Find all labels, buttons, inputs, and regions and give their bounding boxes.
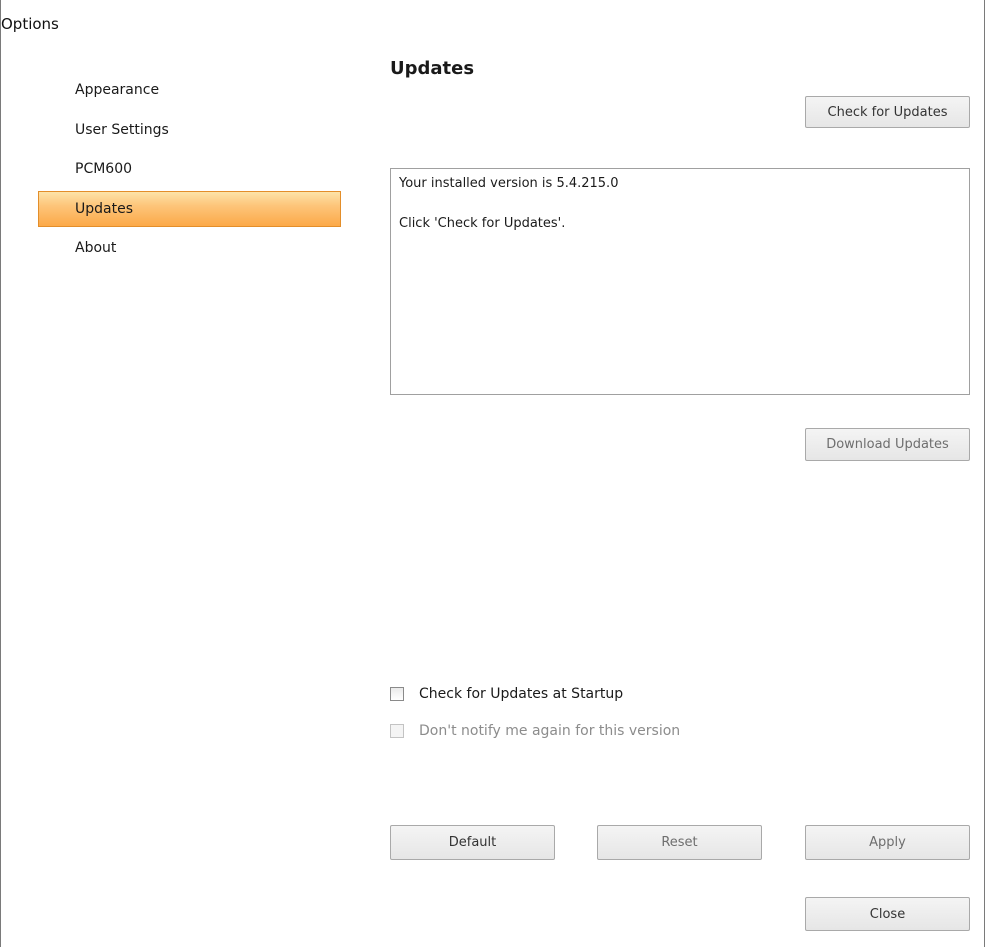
default-button[interactable]: Default: [390, 825, 555, 860]
apply-button[interactable]: Apply: [805, 825, 970, 860]
window-title: Options: [1, 15, 59, 33]
startup-checkbox-row[interactable]: Check for Updates at Startup: [390, 686, 623, 702]
startup-checkbox-label: Check for Updates at Startup: [419, 686, 624, 702]
sidebar-item-appearance[interactable]: Appearance: [38, 72, 341, 108]
instruction-text: Click 'Check for Updates'.: [399, 216, 566, 231]
notify-checkbox[interactable]: [390, 724, 404, 738]
sidebar-item-about[interactable]: About: [38, 230, 341, 266]
close-button[interactable]: Close: [805, 897, 970, 931]
startup-checkbox[interactable]: [390, 687, 404, 701]
notify-checkbox-label: Don't notify me again for this version: [419, 723, 681, 739]
page-title: Updates: [390, 58, 475, 79]
options-window: Options Appearance User Settings PCM600 …: [0, 0, 985, 947]
update-status-textbox[interactable]: Your installed version is 5.4.215.0 Clic…: [390, 168, 970, 395]
reset-button[interactable]: Reset: [597, 825, 762, 860]
download-updates-button[interactable]: Download Updates: [805, 428, 970, 461]
check-for-updates-button[interactable]: Check for Updates: [805, 96, 970, 128]
sidebar-item-updates[interactable]: Updates: [38, 191, 341, 227]
notify-checkbox-row[interactable]: Don't notify me again for this version: [390, 723, 680, 739]
sidebar-item-user-settings[interactable]: User Settings: [38, 112, 341, 148]
installed-version-text: Your installed version is 5.4.215.0: [399, 176, 619, 191]
sidebar-item-pcm600[interactable]: PCM600: [38, 151, 341, 187]
